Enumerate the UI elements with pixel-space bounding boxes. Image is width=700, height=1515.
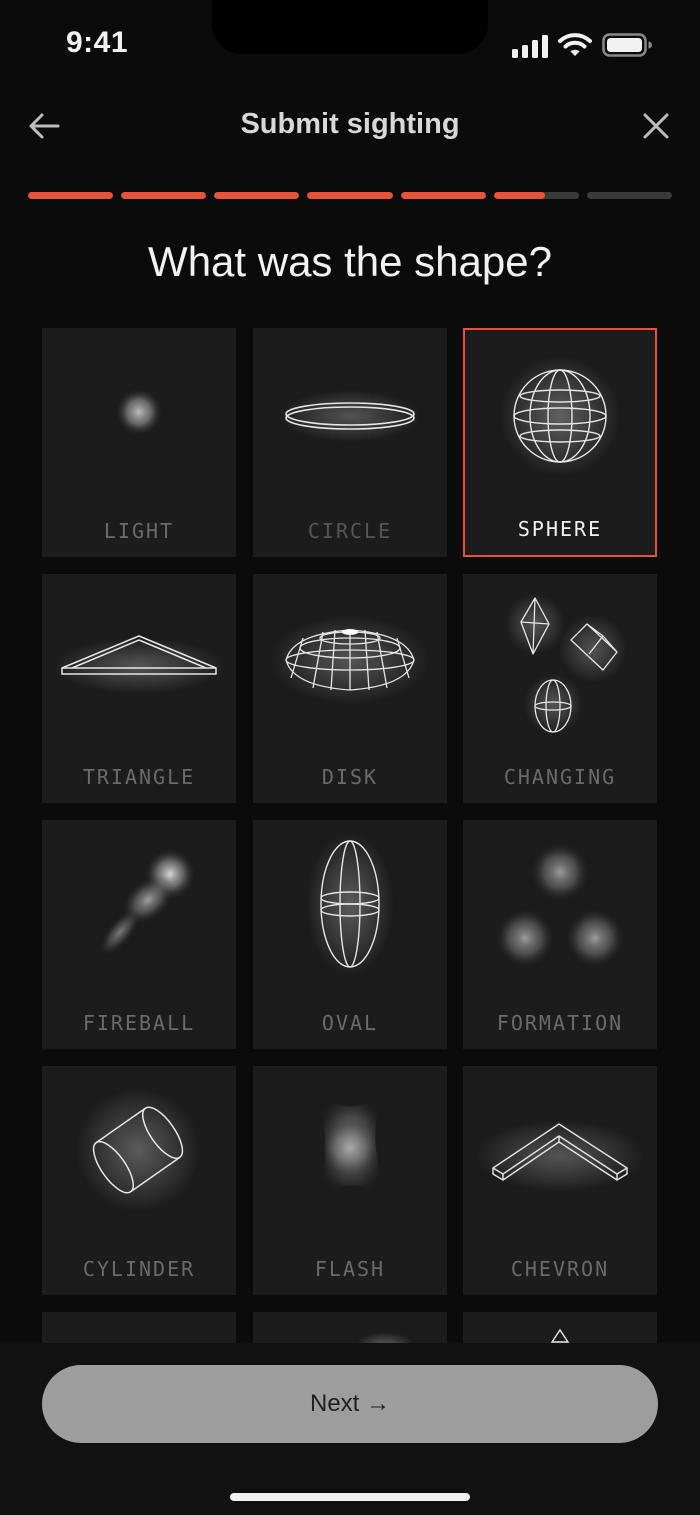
shape-option-partial[interactable] (463, 1312, 657, 1343)
shape-option-chevron[interactable]: CHEVRON (463, 1066, 657, 1295)
home-indicator[interactable] (230, 1493, 470, 1501)
progress-fill (214, 192, 300, 199)
shape-option-flash[interactable]: FLASH (253, 1066, 447, 1295)
shape-option-light[interactable]: LIGHT (42, 328, 236, 557)
shape-option-partial[interactable] (253, 1312, 447, 1343)
shape-option-sphere[interactable]: SPHERE (463, 328, 657, 557)
progress-segment (28, 192, 114, 199)
fireball-icon (98, 848, 196, 957)
triangle-icon (53, 635, 225, 694)
shape-option-disk[interactable]: DISK (253, 574, 447, 803)
partial-shape-icon (550, 1328, 570, 1343)
shape-label: SPHERE (517, 517, 603, 541)
formation-icon (495, 842, 625, 968)
progress-segment (214, 192, 300, 199)
progress-segment (121, 192, 207, 199)
shape-label: TRIANGLE (82, 765, 196, 789)
status-bar: 9:41 (0, 0, 700, 90)
shape-label: FORMATION (496, 1011, 624, 1035)
changing-shapes-icon (505, 594, 627, 734)
battery-icon (602, 33, 652, 57)
shape-option-circle[interactable]: CIRCLE (253, 328, 447, 557)
disk-icon (270, 616, 430, 704)
shape-label: LIGHT (103, 519, 175, 543)
shape-label: CHANGING (503, 765, 617, 789)
flash-icon (313, 1090, 389, 1200)
bottom-bar: Next → (0, 1343, 700, 1515)
shape-grid: LIGHT CIRCLE SPHERE TRIANGLE DISK CHANGI… (42, 328, 658, 1343)
shape-option-cylinder[interactable]: CYLINDER (42, 1066, 236, 1295)
shape-option-fireball[interactable]: FIREBALL (42, 820, 236, 1049)
cylinder-icon (76, 1088, 200, 1212)
shape-label: FIREBALL (82, 1011, 196, 1035)
status-time: 9:41 (66, 26, 129, 59)
shape-option-triangle[interactable]: TRIANGLE (42, 574, 236, 803)
light-glow-icon (115, 388, 163, 436)
shape-option-oval[interactable]: OVAL (253, 820, 447, 1049)
progress-fill (121, 192, 207, 199)
next-button[interactable]: Next → (42, 1365, 658, 1443)
progress-segment (493, 192, 579, 199)
progress-fill (493, 192, 545, 199)
cellular-signal-icon (512, 34, 548, 58)
sphere-icon (500, 356, 620, 476)
progress-segment (400, 192, 486, 199)
close-icon[interactable] (634, 104, 678, 148)
header: Submit sighting (0, 96, 700, 156)
progress-fill (28, 192, 114, 199)
shape-option-partial[interactable] (42, 1312, 236, 1343)
progress-bar (28, 192, 672, 199)
partial-shape-icon (355, 1332, 415, 1343)
shape-label: OVAL (321, 1011, 379, 1035)
oval-icon (306, 832, 394, 976)
page-title: Submit sighting (240, 108, 460, 140)
chevron-shape-icon (476, 1120, 644, 1192)
progress-segment (586, 192, 672, 199)
shape-label: DISK (321, 765, 379, 789)
progress-fill (307, 192, 393, 199)
progress-fill (400, 192, 486, 199)
shape-label: CIRCLE (307, 519, 393, 543)
shape-label: FLASH (314, 1257, 386, 1281)
shape-option-formation[interactable]: FORMATION (463, 820, 657, 1049)
shape-label: CHEVRON (510, 1257, 610, 1281)
notch (212, 0, 488, 54)
wifi-icon (558, 33, 592, 56)
question-heading: What was the shape? (148, 238, 552, 285)
shape-label: CYLINDER (82, 1257, 196, 1281)
circle-ring-icon (280, 390, 420, 442)
progress-segment (307, 192, 393, 199)
shape-option-changing[interactable]: CHANGING (463, 574, 657, 803)
